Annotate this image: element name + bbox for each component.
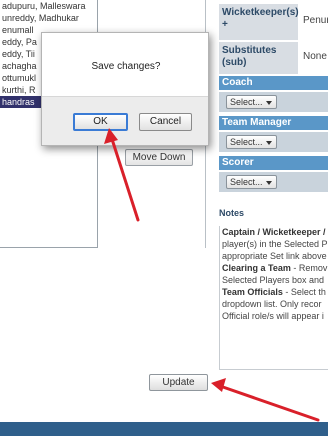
chevron-down-icon	[266, 141, 272, 145]
wicketkeeper-row: Wicketkeeper(s) + Penur	[219, 4, 328, 40]
coach-section-header: Coach	[219, 76, 328, 90]
wicketkeeper-label: Wicketkeeper(s) +	[219, 4, 299, 40]
scorer-select[interactable]: Select...	[226, 175, 277, 189]
move-down-button[interactable]: Move Down	[125, 149, 193, 166]
note-text: player(s) in the Selected P	[222, 239, 328, 249]
chevron-down-icon	[266, 101, 272, 105]
note-line: Official role/s will appear i	[220, 310, 328, 322]
note-text: - Remov	[290, 263, 328, 273]
wicketkeeper-value: Penur	[303, 15, 328, 26]
arrow-to-update-icon	[211, 378, 320, 422]
note-text: - Select th	[282, 287, 326, 297]
coach-select-row: Select...	[219, 92, 328, 112]
notes-title: Notes	[219, 208, 245, 218]
note-text: appropriate Set link above	[222, 251, 327, 261]
player-item[interactable]: unreddy, Madhukar	[0, 12, 97, 24]
coach-select-value: Select...	[230, 97, 263, 107]
note-line: appropriate Set link above	[220, 250, 328, 262]
team-selection-page: adupuru, Malleswara unreddy, Madhukar en…	[0, 0, 328, 436]
team-manager-select[interactable]: Select...	[226, 135, 277, 149]
update-button[interactable]: Update	[149, 374, 208, 391]
note-line: Clearing a Team - Remov	[220, 262, 328, 274]
save-changes-dialog: Save changes? OK Cancel	[41, 32, 209, 146]
substitutes-row: Substitutes (sub) None	[219, 42, 328, 74]
note-text: Official role/s will appear i	[222, 311, 324, 321]
note-bold: Team Officials	[222, 287, 283, 297]
substitutes-label: Substitutes (sub)	[219, 42, 298, 74]
note-line: Team Officials - Select th	[220, 286, 328, 298]
note-line: Selected Players box and	[220, 274, 328, 286]
scorer-select-value: Select...	[230, 177, 263, 187]
team-manager-section-header: Team Manager	[219, 116, 328, 130]
coach-select[interactable]: Select...	[226, 95, 277, 109]
note-line: Captain / Wicketkeeper /	[220, 226, 328, 238]
player-item[interactable]: adupuru, Malleswara	[0, 0, 97, 12]
ok-button[interactable]: OK	[73, 113, 128, 131]
note-text: Selected Players box and	[222, 275, 325, 285]
scorer-section-header: Scorer	[219, 156, 328, 170]
team-manager-select-value: Select...	[230, 137, 263, 147]
note-line: dropdown list. Only recor	[220, 298, 328, 310]
team-manager-select-row: Select...	[219, 132, 328, 152]
note-line: player(s) in the Selected P	[220, 238, 328, 250]
notes-box: Captain / Wicketkeeper / player(s) in th…	[219, 226, 328, 370]
note-text: dropdown list. Only recor	[222, 299, 322, 309]
team-details-panel: Wicketkeeper(s) + Penur Substitutes (sub…	[219, 0, 328, 370]
dialog-button-bar: OK Cancel	[42, 96, 208, 145]
note-bold: Captain / Wicketkeeper /	[222, 227, 326, 237]
cancel-button[interactable]: Cancel	[139, 113, 192, 131]
scorer-select-row: Select...	[219, 172, 328, 192]
chevron-down-icon	[266, 181, 272, 185]
dialog-message: Save changes?	[91, 61, 161, 72]
footer-bar	[0, 422, 328, 436]
note-bold: Clearing a Team	[222, 263, 291, 273]
substitutes-value: None	[303, 51, 327, 62]
